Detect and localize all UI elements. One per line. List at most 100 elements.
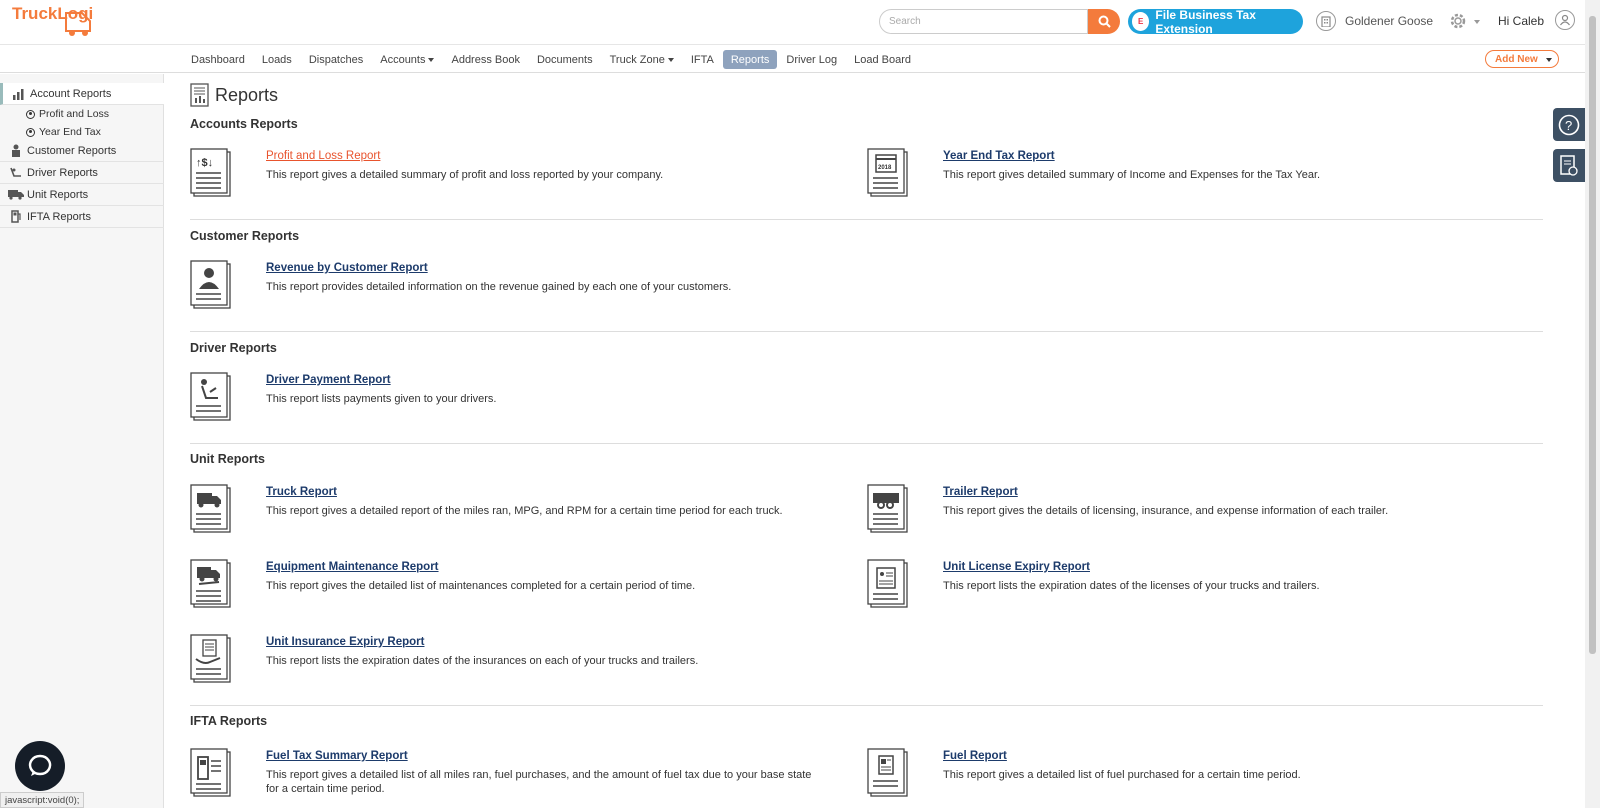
nav-documents[interactable]: Documents [529, 50, 601, 69]
sidebar-subitem-profit-loss[interactable]: Profit and Loss [26, 108, 109, 120]
section-title-ifta: IFTA Reports [190, 714, 268, 728]
user-greeting: Hi Caleb [1498, 14, 1545, 28]
section-title-customer: Customer Reports [190, 229, 300, 243]
chat-widget-button[interactable] [15, 741, 65, 791]
license-doc-icon [867, 559, 908, 608]
search-icon [1098, 15, 1111, 28]
search-input[interactable] [879, 9, 1088, 34]
report-link-profit-loss[interactable]: Profit and Loss Report [266, 150, 380, 162]
nav-dispatches[interactable]: Dispatches [301, 50, 371, 69]
report-link-driver-payment[interactable]: Driver Payment Report [266, 374, 391, 386]
report-description: This report gives a detailed report of t… [266, 505, 783, 517]
chat-bubble-icon [28, 754, 52, 776]
gear-icon [1450, 13, 1466, 29]
scrollbar-thumb[interactable] [1589, 16, 1596, 654]
sidebar-item-driver-reports[interactable]: Driver Reports [0, 162, 164, 184]
calendar-year-text: 2018 [878, 165, 892, 171]
nav-reports[interactable]: Reports [722, 50, 778, 69]
report-description: This report gives the detailed list of m… [266, 580, 696, 592]
sidebar-subitem-label: Profit and Loss [39, 108, 110, 120]
nav-ifta[interactable]: IFTA [683, 50, 722, 69]
tax-button-label: File Business Tax Extension [1155, 7, 1256, 36]
nav-driver-log[interactable]: Driver Log [778, 50, 845, 69]
page-title-text: Reports [215, 84, 279, 105]
report-unit-insurance-expiry: Unit Insurance Expiry Report This report… [190, 634, 810, 686]
nav-load-board[interactable]: Load Board [846, 50, 919, 69]
report-link-truck[interactable]: Truck Report [266, 486, 337, 498]
sidebar-item-customer-reports[interactable]: Customer Reports [0, 140, 164, 162]
top-header: TruckLogics E File Business Tax Extensio… [0, 0, 1585, 44]
svg-text:↑$↓: ↑$↓ [196, 157, 213, 169]
sidebar-item-ifta-reports[interactable]: IFTA Reports [0, 206, 164, 228]
sidebar-item-label: Driver Reports [27, 166, 98, 179]
nav-truck-zone[interactable]: Truck Zone [602, 50, 682, 69]
report-link-unit-license-expiry[interactable]: Unit License Expiry Report [943, 561, 1090, 573]
report-link-unit-insurance-expiry[interactable]: Unit Insurance Expiry Report [266, 636, 424, 648]
sidebar-item-label: Unit Reports [27, 188, 89, 201]
settings-menu[interactable] [1448, 11, 1480, 31]
report-description: This report lists payments given to your… [266, 393, 497, 405]
report-description: This report gives a detailed summary of … [266, 169, 664, 181]
person-icon [8, 144, 24, 158]
file-tax-extension-button[interactable]: E File Business Tax Extension [1128, 7, 1303, 36]
sidebar-subitem-year-end-tax[interactable]: Year End Tax [26, 126, 101, 138]
nav-loads[interactable]: Loads [254, 50, 300, 69]
report-description: This report lists the expiration dates o… [943, 580, 1320, 592]
search-button[interactable] [1088, 9, 1120, 34]
report-link-year-end-tax[interactable]: Year End Tax Report [943, 150, 1055, 162]
driver-doc-icon [190, 372, 231, 421]
nav-address-book[interactable]: Address Book [443, 50, 527, 69]
sidebar-item-unit-reports[interactable]: Unit Reports [0, 184, 164, 206]
chevron-down-icon [428, 58, 435, 62]
section-divider [190, 705, 1543, 706]
express-extension-icon: E [1132, 12, 1150, 31]
report-description: This report gives a detailed list of all… [266, 769, 812, 795]
sidebar-item-label: IFTA Reports [27, 210, 91, 223]
report-trailer: Trailer Report This report gives the det… [867, 484, 1487, 536]
customer-doc-icon [190, 260, 231, 309]
insurance-doc-icon [190, 634, 231, 683]
report-fuel-tax-summary: Fuel Tax Summary Report This report give… [190, 748, 811, 800]
section-title-unit: Unit Reports [190, 452, 265, 466]
report-link-fuel-tax-summary[interactable]: Fuel Tax Summary Report [266, 750, 408, 762]
profit-loss-doc-icon: ↑$↓ [190, 148, 231, 197]
report-link-trailer[interactable]: Trailer Report [943, 486, 1018, 498]
report-driver-payment: Driver Payment Report This report lists … [190, 372, 810, 424]
section-title-driver: Driver Reports [190, 341, 277, 355]
report-description: This report gives the details of licensi… [943, 505, 1389, 517]
company-selector[interactable]: Goldener Goose [1316, 11, 1433, 31]
user-menu[interactable]: Hi Caleb [1498, 10, 1576, 30]
chevron-down-icon [1545, 57, 1552, 62]
nav-dashboard[interactable]: Dashboard [183, 50, 253, 69]
fuel-doc-icon [867, 748, 908, 797]
fuel-pump-icon [8, 210, 24, 224]
help-question-icon: ? [1558, 114, 1580, 135]
sidebar-item-label: Customer Reports [27, 144, 117, 157]
truck-logics-logo[interactable]: TruckLogics [10, 3, 112, 41]
chevron-down-icon [1474, 19, 1480, 24]
help-widget-button[interactable]: ? [1553, 108, 1585, 141]
nav-truck-zone-label: Truck Zone [609, 53, 665, 66]
report-link-revenue-customer[interactable]: Revenue by Customer Report [266, 262, 428, 274]
driver-seat-icon [8, 166, 24, 180]
report-description: This report lists the expiration dates o… [266, 655, 699, 667]
radio-dot-icon [26, 109, 35, 119]
add-new-button[interactable]: Add New [1485, 50, 1559, 68]
report-link-equipment-maintenance[interactable]: Equipment Maintenance Report [266, 561, 439, 573]
user-avatar-icon [1555, 10, 1576, 30]
report-equipment-maintenance: Equipment Maintenance Report This report… [190, 559, 810, 611]
search-box [879, 9, 1120, 34]
svg-text:?: ? [1565, 118, 1572, 133]
report-link-fuel[interactable]: Fuel Report [943, 750, 1007, 762]
nav-accounts[interactable]: Accounts [372, 50, 442, 69]
report-doc-icon [190, 83, 209, 107]
section-divider [190, 331, 1543, 332]
trailer-doc-icon [867, 484, 908, 533]
sidebar-item-account-reports[interactable]: Account Reports [0, 83, 164, 105]
report-year-end-tax: 2018 Year End Tax Report This report giv… [867, 148, 1487, 200]
company-name: Goldener Goose [1345, 14, 1434, 28]
fuel-tax-doc-icon [190, 748, 231, 797]
report-truck: Truck Report This report gives a detaile… [190, 484, 810, 536]
report-revenue-customer: Revenue by Customer Report This report p… [190, 260, 810, 312]
report-widget-button[interactable] [1553, 149, 1585, 182]
